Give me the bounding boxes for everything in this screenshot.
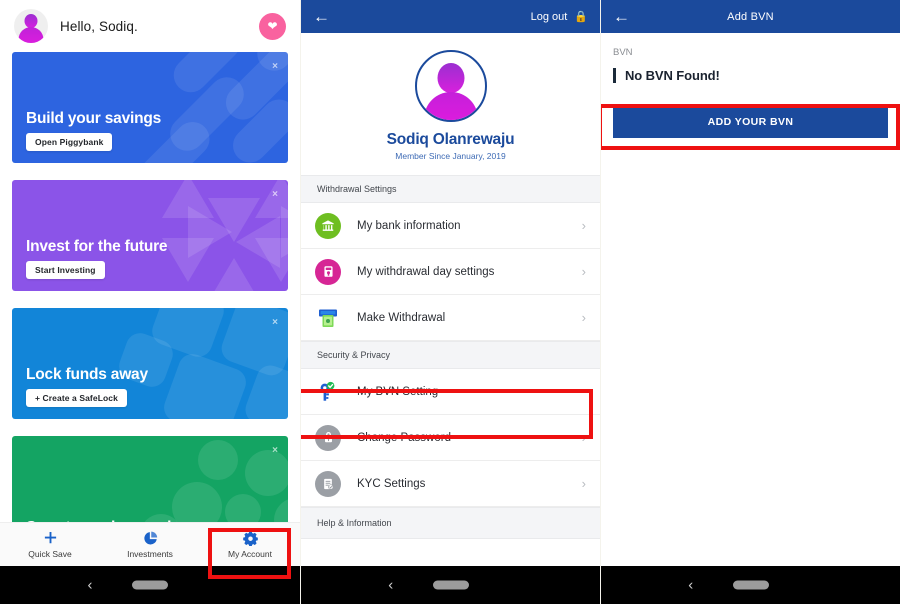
promo-title: Build your savings — [26, 110, 162, 127]
gear-icon — [242, 531, 258, 546]
bvn-topbar: ← Add BVN — [601, 0, 900, 33]
android-home-pill[interactable] — [132, 580, 168, 590]
bvn-content: BVN No BVN Found! ADD YOUR BVN — [601, 33, 900, 138]
promo-title: Invest for the future — [26, 238, 168, 255]
profile-block: Sodiq Olanrewaju Member Since January, 2… — [301, 33, 600, 175]
promo-card-invest[interactable]: × Invest for the future Start Investing — [12, 180, 288, 291]
chevron-right-icon: › — [581, 476, 586, 491]
row-label: Change Password — [357, 431, 451, 444]
promo-button[interactable]: Start Investing — [26, 261, 105, 279]
chevron-right-icon: › — [581, 218, 586, 233]
document-icon — [315, 470, 341, 497]
atm-icon — [315, 258, 341, 285]
profile-member-since: Member Since January, 2019 — [395, 151, 506, 161]
bottom-navigation: Quick Save Investments My Account — [0, 522, 300, 566]
row-label: My BVN Setting — [357, 385, 439, 398]
close-icon[interactable]: × — [272, 62, 278, 72]
home-header: Hello, Sodiq. ❤ — [0, 0, 300, 52]
android-back-icon[interactable]: ‹ — [88, 578, 93, 593]
greeting-text: Hello, Sodiq. — [60, 18, 138, 34]
bvn-field-label: BVN — [613, 47, 633, 58]
row-label: Make Withdrawal — [357, 311, 446, 324]
android-home-pill[interactable] — [732, 580, 769, 590]
key-icon — [315, 379, 341, 405]
padlock-icon — [315, 424, 341, 451]
row-change-password[interactable]: Change Password › — [301, 415, 600, 461]
avatar-body — [423, 92, 478, 120]
money-out-icon — [315, 305, 341, 331]
avatar-body — [18, 27, 44, 43]
page-title: Add BVN — [727, 10, 774, 23]
chevron-right-icon: › — [581, 430, 586, 445]
nav-item-quick-save[interactable]: Quick Save — [0, 523, 100, 566]
nav-label: My Account — [228, 548, 272, 559]
row-my-bvn-setting[interactable]: My BVN Setting — [301, 369, 600, 415]
pie-chart-icon — [143, 531, 158, 546]
row-label: My withdrawal day settings — [357, 265, 495, 278]
close-icon[interactable]: × — [272, 446, 278, 456]
row-label: My bank information — [357, 219, 461, 232]
screenshot-stage: Hello, Sodiq. ❤ × Build your savings Ope… — [0, 0, 900, 604]
avatar-head — [437, 63, 464, 93]
android-back-icon[interactable]: ‹ — [388, 578, 393, 593]
row-make-withdrawal[interactable]: Make Withdrawal › — [301, 295, 600, 341]
avatar[interactable] — [14, 9, 48, 43]
android-back-icon[interactable]: ‹ — [688, 578, 693, 593]
nav-label: Quick Save — [28, 548, 72, 559]
avatar-head — [24, 14, 38, 28]
panel-account: ← Log out 🔒 Sodiq Olanrewaju Member Sinc… — [300, 0, 600, 604]
promo-card-list: × Build your savings Open Piggybank × In… — [0, 52, 300, 548]
add-your-bvn-button[interactable]: ADD YOUR BVN — [613, 105, 888, 138]
close-icon[interactable]: × — [272, 318, 278, 328]
profile-avatar[interactable] — [414, 50, 487, 122]
promo-title: Lock funds away — [26, 366, 148, 383]
android-navbar: ‹ — [601, 566, 900, 604]
lock-icon: 🔒 — [574, 11, 588, 23]
promo-card-savings[interactable]: × Build your savings Open Piggybank — [12, 52, 288, 163]
account-topbar: ← Log out 🔒 — [301, 0, 600, 33]
heart-icon[interactable]: ❤ — [259, 12, 286, 40]
row-kyc-settings[interactable]: KYC Settings › — [301, 461, 600, 507]
nav-item-investments[interactable]: Investments — [100, 523, 200, 566]
nav-label: Investments — [127, 548, 173, 559]
promo-button[interactable]: + Create a SafeLock — [26, 389, 127, 407]
chevron-right-icon: › — [581, 264, 586, 279]
section-heading-help: Help & Information — [301, 507, 600, 539]
arrow-left-icon[interactable]: ← — [313, 8, 330, 25]
bvn-field-value: No BVN Found! — [613, 68, 888, 83]
promo-button[interactable]: Open Piggybank — [26, 133, 113, 151]
arrow-left-icon[interactable]: ← — [613, 8, 630, 25]
logout-button[interactable]: Log out — [531, 11, 568, 23]
row-label: KYC Settings — [357, 477, 426, 490]
android-home-pill[interactable] — [432, 580, 469, 590]
panel-home: Hello, Sodiq. ❤ × Build your savings Ope… — [0, 0, 300, 604]
section-heading-withdrawal: Withdrawal Settings — [301, 175, 600, 203]
panel-add-bvn: ← Add BVN BVN No BVN Found! ADD YOUR BVN… — [600, 0, 900, 604]
close-icon[interactable]: × — [272, 190, 278, 200]
android-navbar: ‹ — [301, 566, 600, 604]
section-heading-security: Security & Privacy — [301, 341, 600, 369]
plus-icon — [43, 531, 58, 546]
row-my-bank-information[interactable]: My bank information › — [301, 203, 600, 249]
android-navbar: ‹ — [0, 566, 300, 604]
promo-card-safelock[interactable]: × Lock funds away + Create a SafeLock — [12, 308, 288, 419]
row-withdrawal-day-settings[interactable]: My withdrawal day settings › — [301, 249, 600, 295]
chevron-right-icon: › — [581, 310, 586, 325]
nav-item-my-account[interactable]: My Account — [200, 523, 300, 566]
bank-icon — [315, 212, 341, 239]
profile-name: Sodiq Olanrewaju — [386, 131, 515, 148]
